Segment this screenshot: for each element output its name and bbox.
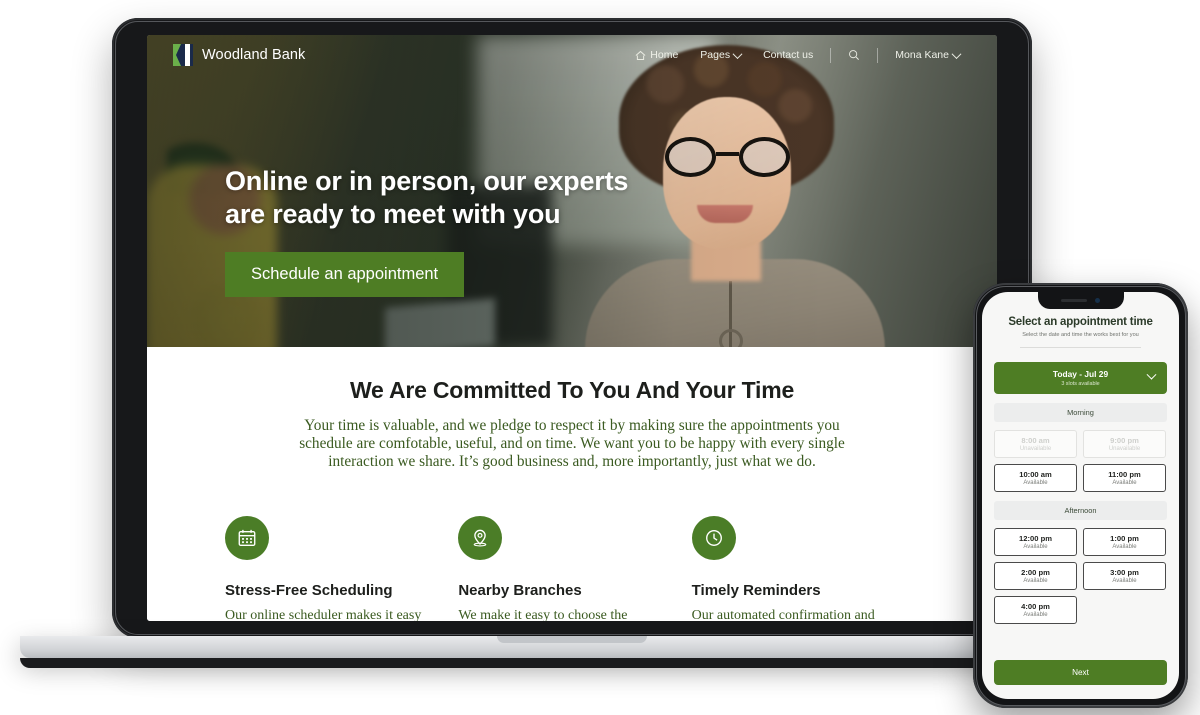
nav-item-home[interactable]: Home (624, 49, 689, 61)
nav-item-home-label: Home (650, 49, 679, 61)
time-slot[interactable]: 1:00 pm Available (1083, 527, 1166, 556)
appointment-picker: Select an appointment time Select the da… (982, 292, 1179, 624)
navbar-links: Home Pages Contact us Mona Kane (624, 47, 971, 63)
speaker-icon (1061, 298, 1087, 303)
time-slot-time: 3:00 pm (1110, 567, 1139, 577)
time-slot-time: 8:00 am (1021, 435, 1050, 445)
time-slot: 8:00 am Unavailable (994, 429, 1077, 458)
map-pin-icon (473, 529, 487, 547)
slot-grid-afternoon: 12:00 pm Available 1:00 pm Available 2:0… (994, 527, 1167, 624)
divider (1020, 347, 1141, 348)
time-slot-time: 2:00 pm (1021, 567, 1050, 577)
section-title: We Are Committed To You And Your Time (349, 377, 795, 403)
woodland-logo-mark-icon (173, 44, 193, 66)
features-row: Stress-Free Scheduling Our online schedu… (225, 516, 925, 621)
laptop-screen: Woodland Bank Home Pages Contact us Mona… (147, 35, 997, 621)
time-slot-status: Unavailable (1108, 445, 1141, 452)
brand-logo[interactable]: Woodland Bank (173, 44, 305, 66)
time-slot[interactable]: 12:00 pm Available (994, 527, 1077, 556)
time-slot-time: 9:00 pm (1110, 435, 1139, 445)
phone-notch (1037, 292, 1124, 309)
nav-item-contact-us[interactable]: Contact us (752, 49, 824, 61)
time-slot-status: Available (1112, 577, 1137, 584)
appointment-picker-subtitle: Select the date and time the works best … (1022, 332, 1139, 338)
feature-icon-circle (458, 516, 503, 561)
feature-title: Nearby Branches (458, 582, 582, 600)
date-selector-availability: 3 slots available (1061, 380, 1100, 387)
time-slot: 9:00 pm Unavailable (1083, 429, 1166, 458)
user-menu-label: Mona Kane (895, 49, 949, 61)
time-slot-status: Available (1112, 543, 1137, 550)
date-selector-label: Today - Jul 29 (1052, 369, 1109, 379)
feature-title: Timely Reminders (691, 582, 821, 600)
time-slot-status: Unavailable (1019, 445, 1052, 452)
time-slot-status: Available (1023, 479, 1048, 486)
calendar-icon (238, 529, 256, 547)
nav-item-pages-label: Pages (700, 49, 731, 61)
user-menu[interactable]: Mona Kane (884, 48, 971, 61)
hero-headline-line-2: are ready to meet with you (225, 198, 561, 229)
slot-grid-morning: 8:00 am Unavailable 9:00 pm Unavailable … (994, 429, 1167, 492)
hero-headline-line-1: Online or in person, our experts (225, 166, 629, 196)
time-slot[interactable]: 2:00 pm Available (994, 561, 1077, 590)
next-button[interactable]: Next (994, 660, 1167, 685)
site-navbar: Woodland Bank Home Pages Contact us Mona… (147, 35, 997, 75)
hero-copy: Online or in person, our experts are rea… (225, 165, 628, 298)
time-slot[interactable]: 3:00 pm Available (1083, 561, 1166, 590)
brand-name: Woodland Bank (202, 47, 306, 63)
search-icon (849, 50, 860, 60)
laptop-base (20, 636, 1124, 658)
laptop-foot (20, 658, 1124, 668)
front-camera-icon (1095, 298, 1100, 303)
time-slot-time: 1:00 pm (1110, 533, 1139, 543)
feature-title: Stress-Free Scheduling (225, 582, 393, 600)
chevron-down-icon (732, 48, 743, 59)
nav-divider-right (877, 47, 879, 63)
time-slot-time: 10:00 am (1019, 469, 1052, 479)
time-slot-status: Available (1112, 479, 1137, 486)
search-button[interactable] (837, 49, 871, 61)
feature-icon-circle (225, 516, 269, 561)
nav-item-pages[interactable]: Pages (689, 48, 752, 61)
section-header-afternoon: Afternoon (994, 500, 1167, 520)
laptop-mockup: Woodland Bank Home Pages Contact us Mona… (20, 18, 1124, 668)
time-slot-status: Available (1023, 577, 1048, 584)
time-slot-time: 11:00 pm (1108, 469, 1141, 479)
feature-stress-free-scheduling: Stress-Free Scheduling Our online schedu… (225, 516, 458, 621)
feature-nearby-branches: Nearby Branches We make it easy to choos… (458, 516, 691, 621)
section-body: Your time is valuable, and we pledge to … (299, 417, 845, 471)
feature-body: Our automated confirmation and reminder … (691, 608, 875, 621)
feature-timely-reminders: Timely Reminders Our automated confirmat… (691, 516, 925, 621)
hero-section: Woodland Bank Home Pages Contact us Mona… (147, 35, 997, 347)
chevron-down-icon (951, 48, 962, 59)
hero-headline: Online or in person, our experts are rea… (225, 165, 628, 230)
phone-mockup: Select an appointment time Select the da… (973, 283, 1188, 708)
time-slot-status: Available (1023, 543, 1048, 550)
phone-screen: Select an appointment time Select the da… (982, 292, 1179, 699)
time-slot-status: Available (1023, 611, 1048, 618)
feature-icon-circle (691, 516, 736, 561)
time-slot[interactable]: 4:00 pm Available (994, 595, 1077, 624)
time-slot-time: 4:00 pm (1021, 601, 1050, 611)
time-slot[interactable]: 11:00 pm Available (1083, 463, 1166, 492)
mockup-stage: Woodland Bank Home Pages Contact us Mona… (0, 0, 1200, 715)
schedule-appointment-button[interactable]: Schedule an appointment (225, 252, 465, 298)
appointment-picker-title: Select an appointment time (1008, 316, 1153, 328)
home-icon (635, 50, 646, 60)
nav-item-contact-us-label: Contact us (763, 49, 814, 61)
time-slot-time: 12:00 pm (1019, 533, 1052, 543)
clock-icon (705, 530, 722, 547)
section-header-morning: Morning (994, 402, 1167, 422)
feature-body: Our online scheduler makes it easy to ge… (225, 608, 422, 621)
date-selector[interactable]: Today - Jul 29 3 slots available (994, 362, 1167, 394)
time-slot[interactable]: 10:00 am Available (994, 463, 1077, 492)
nav-divider-left (830, 47, 832, 63)
commitment-section: We Are Committed To You And Your Time Yo… (147, 347, 997, 621)
feature-body: We make it easy to choose the location t… (458, 608, 628, 621)
